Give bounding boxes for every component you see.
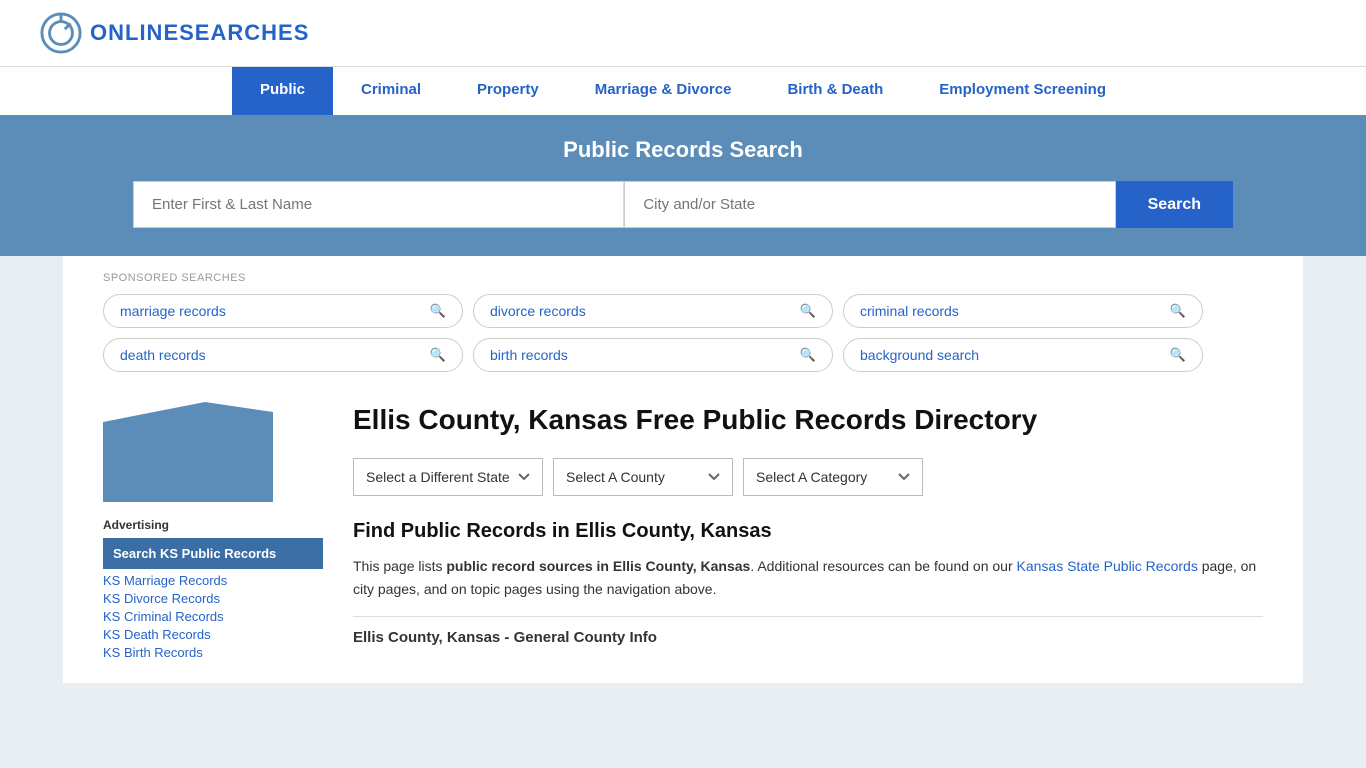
search-icon: 🔍	[430, 347, 446, 363]
search-form: Search	[133, 181, 1233, 228]
search-icon: 🔍	[800, 303, 816, 319]
advertising-label: Advertising	[103, 518, 323, 532]
search-banner-title: Public Records Search	[40, 137, 1326, 163]
ad-section: Advertising Search KS Public Records KS …	[103, 518, 323, 660]
dropdowns-row: Select a Different State Select A County…	[353, 458, 1263, 496]
general-info-title: Ellis County, Kansas - General County In…	[353, 629, 1263, 646]
state-map	[103, 402, 273, 502]
main-content: Ellis County, Kansas Free Public Records…	[353, 402, 1263, 663]
county-dropdown[interactable]: Select A County	[553, 458, 733, 496]
sponsored-label: SPONSORED SEARCHES	[103, 272, 1263, 284]
ad-link-criminal[interactable]: KS Criminal Records	[103, 609, 323, 624]
name-input[interactable]	[133, 181, 624, 228]
search-icon: 🔍	[1170, 347, 1186, 363]
state-dropdown[interactable]: Select a Different State	[353, 458, 543, 496]
sponsored-pill-death[interactable]: death records 🔍	[103, 338, 463, 372]
ks-public-records-link[interactable]: Kansas State Public Records	[1017, 558, 1198, 574]
sidebar: Advertising Search KS Public Records KS …	[103, 402, 323, 663]
sponsored-pill-marriage[interactable]: marriage records 🔍	[103, 294, 463, 328]
category-dropdown[interactable]: Select A Category	[743, 458, 923, 496]
logo[interactable]: ONLINESEARCHES	[40, 12, 309, 54]
search-icon: 🔍	[430, 303, 446, 319]
sponsored-pill-divorce[interactable]: divorce records 🔍	[473, 294, 833, 328]
sponsored-grid: marriage records 🔍 divorce records 🔍 cri…	[103, 294, 1203, 372]
ad-link-birth[interactable]: KS Birth Records	[103, 645, 323, 660]
search-icon: 🔍	[1170, 303, 1186, 319]
page-title: Ellis County, Kansas Free Public Records…	[353, 402, 1263, 438]
main-nav: Public Criminal Property Marriage & Divo…	[0, 66, 1366, 115]
logo-icon	[40, 12, 82, 54]
ad-highlighted[interactable]: Search KS Public Records	[103, 538, 323, 569]
search-button[interactable]: Search	[1116, 181, 1233, 228]
find-records-title: Find Public Records in Ellis County, Kan…	[353, 520, 1263, 543]
sponsored-pill-background[interactable]: background search 🔍	[843, 338, 1203, 372]
ad-link-divorce[interactable]: KS Divorce Records	[103, 591, 323, 606]
search-banner: Public Records Search Search	[0, 115, 1366, 256]
sponsored-pill-birth[interactable]: birth records 🔍	[473, 338, 833, 372]
main-container: SPONSORED SEARCHES marriage records 🔍 di…	[63, 256, 1303, 683]
logo-text: ONLINESEARCHES	[90, 20, 309, 46]
ad-link-marriage[interactable]: KS Marriage Records	[103, 573, 323, 588]
sponsored-section: SPONSORED SEARCHES marriage records 🔍 di…	[63, 256, 1303, 382]
content-layout: Advertising Search KS Public Records KS …	[63, 382, 1303, 683]
search-icon: 🔍	[800, 347, 816, 363]
ad-link-death[interactable]: KS Death Records	[103, 627, 323, 642]
nav-property[interactable]: Property	[449, 67, 567, 115]
nav-birth-death[interactable]: Birth & Death	[759, 67, 911, 115]
location-input[interactable]	[624, 181, 1115, 228]
nav-marriage-divorce[interactable]: Marriage & Divorce	[567, 67, 760, 115]
nav-employment[interactable]: Employment Screening	[911, 67, 1134, 115]
section-divider	[353, 616, 1263, 617]
nav-public[interactable]: Public	[232, 67, 333, 115]
description-text: This page lists public record sources in…	[353, 555, 1263, 600]
nav-criminal[interactable]: Criminal	[333, 67, 449, 115]
sponsored-pill-criminal[interactable]: criminal records 🔍	[843, 294, 1203, 328]
header: ONLINESEARCHES	[0, 0, 1366, 66]
